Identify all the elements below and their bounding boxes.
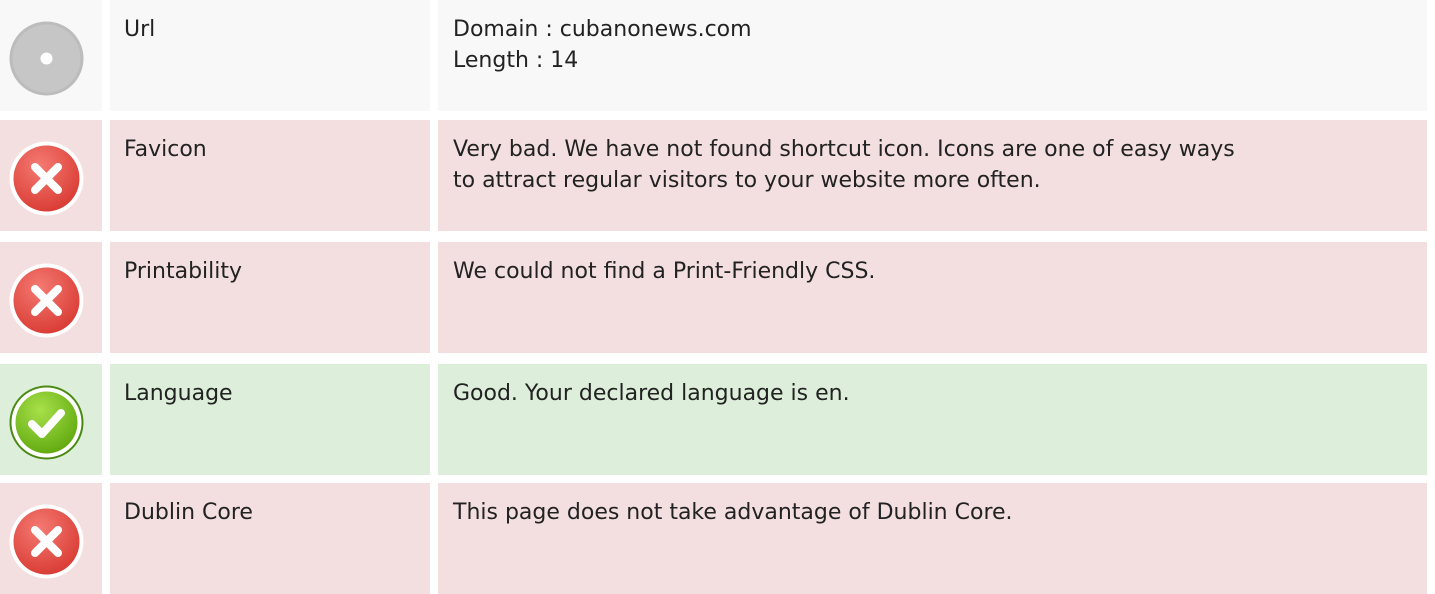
status-cell [0, 120, 102, 231]
check-label-cell: Printability [110, 242, 430, 353]
result-line-1: We could not find a Print-Friendly CSS. [453, 259, 876, 284]
check-result-cell: We could not find a Print-Friendly CSS. [438, 242, 1427, 353]
url-domain: Domain : cubanonews.com [453, 17, 752, 42]
error-x-icon [8, 503, 85, 580]
check-label-cell: Language [110, 364, 430, 475]
table-row-url: Url Domain : cubanonews.com Length : 14 [0, 0, 1435, 111]
check-label: Favicon [124, 137, 207, 162]
check-result-cell: Domain : cubanonews.com Length : 14 [438, 0, 1427, 111]
status-cell [0, 364, 102, 475]
table-row-dublin-core: Dublin Core This page does not take adva… [0, 483, 1435, 594]
check-result-cell: This page does not take advantage of Dub… [438, 483, 1427, 594]
table-row-favicon: Favicon Very bad. We have not found shor… [0, 120, 1435, 231]
table-row-language: Language Good. Your declared language is… [0, 364, 1435, 475]
check-label-cell: Url [110, 0, 430, 111]
status-cell [0, 0, 102, 111]
table-row-printability: Printability We could not find a Print-F… [0, 242, 1435, 353]
error-x-icon [8, 140, 85, 217]
status-cell [0, 483, 102, 594]
check-result-cell: Good. Your declared language is en. [438, 364, 1427, 475]
check-label: Printability [124, 259, 243, 284]
result-line-1: This page does not take advantage of Dub… [453, 500, 1013, 525]
neutral-circle-icon [8, 20, 85, 97]
check-label: Dublin Core [124, 500, 253, 525]
check-label-cell: Dublin Core [110, 483, 430, 594]
result-line-1: Very bad. We have not found shortcut ico… [453, 137, 1235, 162]
check-label-cell: Favicon [110, 120, 430, 231]
check-result-cell: Very bad. We have not found shortcut ico… [438, 120, 1427, 231]
result-line-1: Good. Your declared language is en. [453, 381, 850, 406]
seo-checklist-table: Url Domain : cubanonews.com Length : 14 [0, 0, 1435, 594]
check-icon [8, 384, 85, 461]
check-label: Language [124, 381, 233, 406]
check-label: Url [124, 17, 156, 42]
url-length: Length : 14 [453, 48, 579, 73]
status-cell [0, 242, 102, 353]
error-x-icon [8, 262, 85, 339]
result-line-2: to attract regular visitors to your webs… [453, 168, 1041, 193]
